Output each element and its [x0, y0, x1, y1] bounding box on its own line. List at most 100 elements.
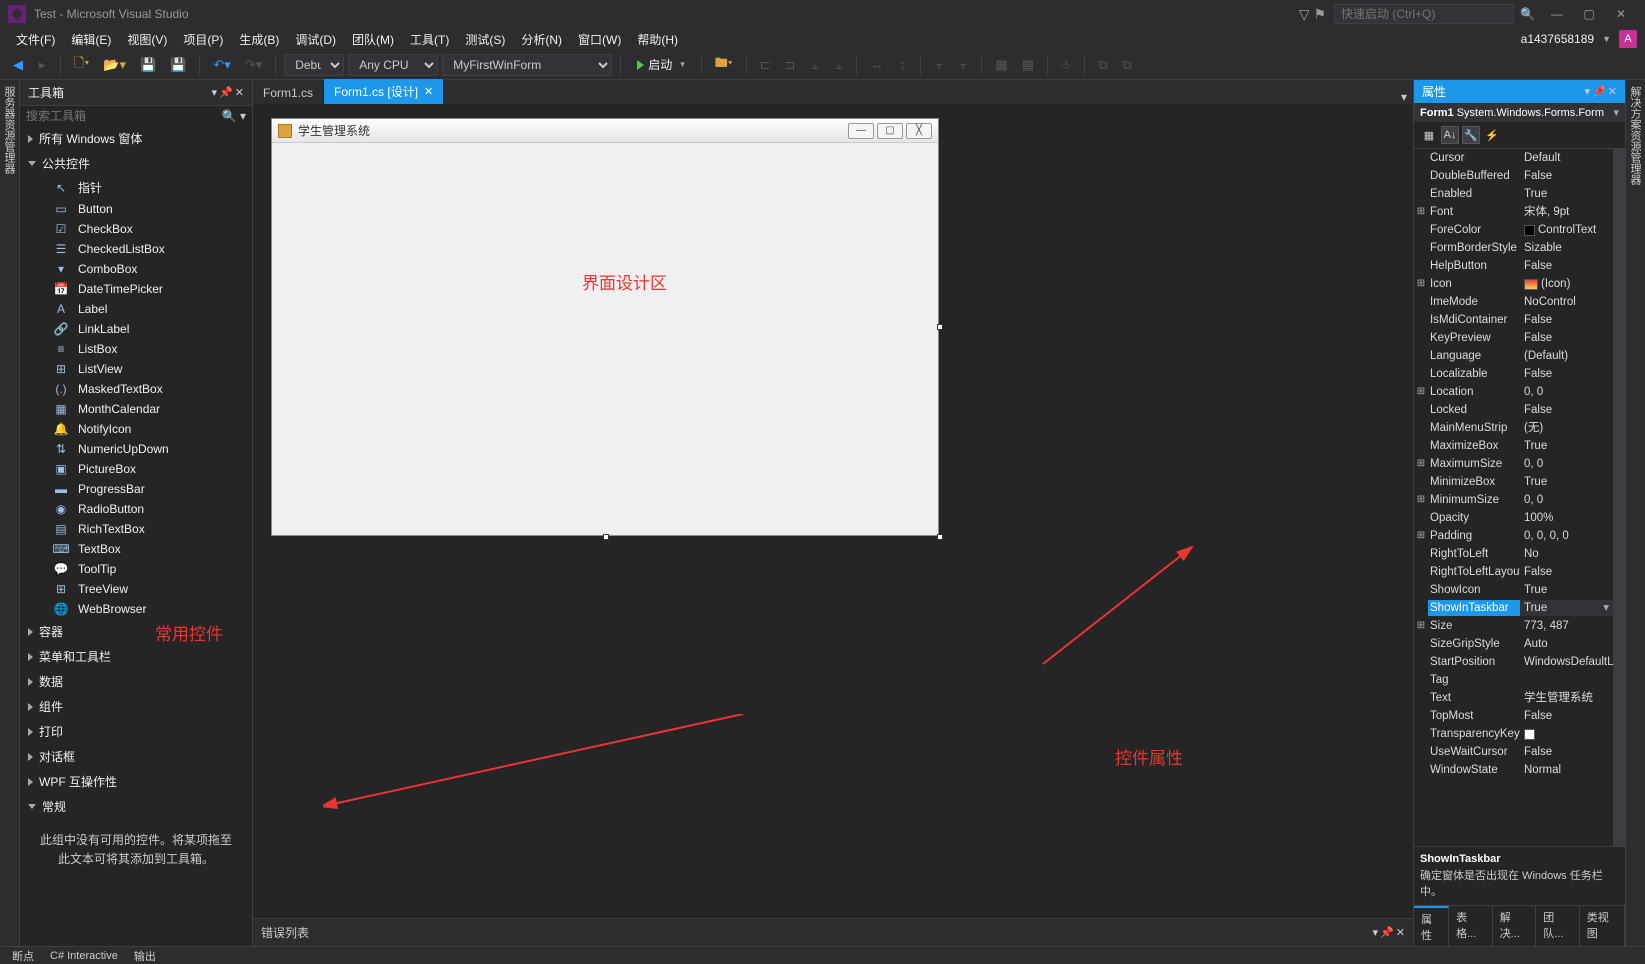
toolbox-item[interactable]: ▣PictureBox — [20, 459, 252, 479]
form-min-button[interactable]: — — [848, 123, 874, 139]
menu-edit[interactable]: 编辑(E) — [63, 29, 119, 50]
toolbox-item[interactable]: 📅DateTimePicker — [20, 279, 252, 299]
menu-window[interactable]: 窗口(W) — [570, 29, 629, 50]
property-row[interactable]: MinimizeBoxTrue — [1414, 473, 1613, 491]
menu-build[interactable]: 生成(B) — [231, 29, 287, 50]
toolbox-item[interactable]: ☰CheckedListBox — [20, 239, 252, 259]
property-row[interactable]: UseWaitCursorFalse — [1414, 743, 1613, 761]
avatar[interactable]: A — [1619, 30, 1637, 48]
status-breakpoint[interactable]: 断点 — [12, 948, 34, 964]
toolbox-item[interactable]: ☑CheckBox — [20, 219, 252, 239]
toolbox-pin-icon[interactable]: 📌 — [219, 86, 233, 99]
property-row[interactable]: RightToLeftLayoutFalse — [1414, 563, 1613, 581]
side-channel-right[interactable]: 解决方案资源管理器 — [1625, 80, 1645, 946]
flag-icon[interactable]: ▽ — [1299, 6, 1310, 23]
error-list-panel[interactable]: 错误列表 ▾📌✕ — [253, 918, 1413, 946]
panel-pin-icon[interactable]: 📌 — [1380, 926, 1394, 939]
menu-help[interactable]: 帮助(H) — [629, 29, 686, 50]
toolbox-search-input[interactable] — [26, 109, 222, 123]
property-row[interactable]: LocalizableFalse — [1414, 365, 1613, 383]
menu-test[interactable]: 测试(S) — [457, 29, 513, 50]
toolbox-category[interactable]: 数据 — [20, 669, 252, 694]
property-row[interactable]: KeyPreviewFalse — [1414, 329, 1613, 347]
scrollbar[interactable] — [1613, 149, 1625, 846]
menu-debug[interactable]: 调试(D) — [287, 29, 344, 50]
close-button[interactable]: ✕ — [1605, 2, 1637, 26]
property-row[interactable]: SizeGripStyleAuto — [1414, 635, 1613, 653]
tab-form-design[interactable]: Form1.cs [设计]✕ — [324, 79, 444, 104]
toolbox-item[interactable]: ALabel — [20, 299, 252, 319]
property-row[interactable]: CursorDefault — [1414, 149, 1613, 167]
property-row[interactable]: ⊞Font宋体, 9pt — [1414, 203, 1613, 221]
close-icon[interactable]: ✕ — [424, 85, 433, 98]
events-button[interactable]: ⚡ — [1483, 126, 1501, 144]
toolbox-item[interactable]: (.)MaskedTextBox — [20, 379, 252, 399]
property-row[interactable]: Text学生管理系统 — [1414, 689, 1613, 707]
menu-file[interactable]: 文件(F) — [8, 29, 63, 50]
start-debug-button[interactable]: 启动▾ — [629, 53, 693, 76]
toolbox-item[interactable]: ◉RadioButton — [20, 499, 252, 519]
property-row[interactable]: MainMenuStrip(无) — [1414, 419, 1613, 437]
property-row[interactable]: MaximizeBoxTrue — [1414, 437, 1613, 455]
menu-view[interactable]: 视图(V) — [119, 29, 175, 50]
account-area[interactable]: a1437658189 ▼ A — [1521, 30, 1637, 48]
config-dropdown[interactable]: Debug — [284, 54, 344, 76]
form-close-button[interactable]: ╳ — [906, 123, 932, 139]
toolbox-category[interactable]: 组件 — [20, 694, 252, 719]
toolbox-item[interactable]: 💬ToolTip — [20, 559, 252, 579]
menu-tools[interactable]: 工具(T) — [402, 29, 457, 50]
minimize-button[interactable]: — — [1541, 2, 1573, 26]
alphabetical-button[interactable]: A↓ — [1441, 126, 1459, 144]
property-row[interactable]: ShowIconTrue — [1414, 581, 1613, 599]
toolbox-item[interactable]: 🔔NotifyIcon — [20, 419, 252, 439]
toolbox-category[interactable]: WPF 互操作性 — [20, 769, 252, 794]
property-row[interactable]: TransparencyKey — [1414, 725, 1613, 743]
property-row[interactable]: Language(Default) — [1414, 347, 1613, 365]
categorized-button[interactable]: ▦ — [1420, 126, 1438, 144]
form-preview[interactable]: 学生管理系统 — ▢ ╳ 界面设计区 — [271, 118, 939, 536]
property-row[interactable]: ⊞MinimumSize0, 0 — [1414, 491, 1613, 509]
menu-project[interactable]: 项目(P) — [175, 29, 231, 50]
object-selector[interactable]: Form1 System.Windows.Forms.Form ▾ — [1414, 103, 1625, 122]
toolbox-item[interactable]: 🌐WebBrowser — [20, 599, 252, 619]
toolbox-item[interactable]: ↖指针 — [20, 176, 252, 199]
designer-area[interactable]: 学生管理系统 — ▢ ╳ 界面设计区 — [253, 104, 1413, 918]
property-row[interactable]: ImeModeNoControl — [1414, 293, 1613, 311]
project-dropdown[interactable]: MyFirstWinForm — [442, 54, 612, 76]
property-row[interactable]: TopMostFalse — [1414, 707, 1613, 725]
property-row[interactable]: HelpButtonFalse — [1414, 257, 1613, 275]
open-button[interactable]: 📂▾ — [98, 54, 131, 76]
menu-analyze[interactable]: 分析(N) — [513, 29, 570, 50]
props-options-icon[interactable]: ▾ — [1585, 85, 1591, 98]
property-row[interactable]: WindowStateNormal — [1414, 761, 1613, 779]
property-row[interactable]: FormBorderStyleSizable — [1414, 239, 1613, 257]
redo-button[interactable]: ↷▾ — [240, 54, 267, 76]
property-row[interactable]: ⊞Size773, 487 — [1414, 617, 1613, 635]
toolbox-category[interactable]: 公共控件 — [20, 151, 252, 176]
tab-overflow-button[interactable]: ▾ — [1395, 90, 1413, 104]
form-max-button[interactable]: ▢ — [877, 123, 903, 139]
tab-form-cs[interactable]: Form1.cs — [253, 82, 324, 104]
btm-tab-props[interactable]: 属性 — [1414, 906, 1449, 946]
notification-icon[interactable]: ⚑ — [1313, 6, 1326, 23]
status-output[interactable]: 输出 — [134, 948, 156, 964]
property-row[interactable]: RightToLeftNo — [1414, 545, 1613, 563]
toolbox-item[interactable]: ▾ComboBox — [20, 259, 252, 279]
property-row[interactable]: ⊞Icon(Icon) — [1414, 275, 1613, 293]
property-row[interactable]: ⊞Padding0, 0, 0, 0 — [1414, 527, 1613, 545]
panel-options-icon[interactable]: ▾ — [1373, 926, 1379, 939]
menu-team[interactable]: 团队(M) — [344, 29, 402, 50]
toolbox-category[interactable]: 所有 Windows 窗体 — [20, 126, 252, 151]
props-pin-icon[interactable]: 📌 — [1592, 85, 1606, 98]
property-row[interactable]: ShowInTaskbarTrue▾ — [1414, 599, 1613, 617]
toolbox-item[interactable]: ≡ListBox — [20, 339, 252, 359]
property-row[interactable]: ForeColorControlText — [1414, 221, 1613, 239]
maximize-button[interactable]: ▢ — [1573, 2, 1605, 26]
toolbox-category[interactable]: 打印 — [20, 719, 252, 744]
btm-tab-team[interactable]: 团队... — [1536, 906, 1580, 946]
side-channel-left[interactable]: 服务器资源管理器 — [0, 80, 20, 946]
toolbox-item[interactable]: ⊞ListView — [20, 359, 252, 379]
toolbox-category[interactable]: 容器 — [20, 619, 252, 644]
toolbox-item[interactable]: ⇅NumericUpDown — [20, 439, 252, 459]
undo-button[interactable]: ↶▾ — [208, 54, 235, 76]
